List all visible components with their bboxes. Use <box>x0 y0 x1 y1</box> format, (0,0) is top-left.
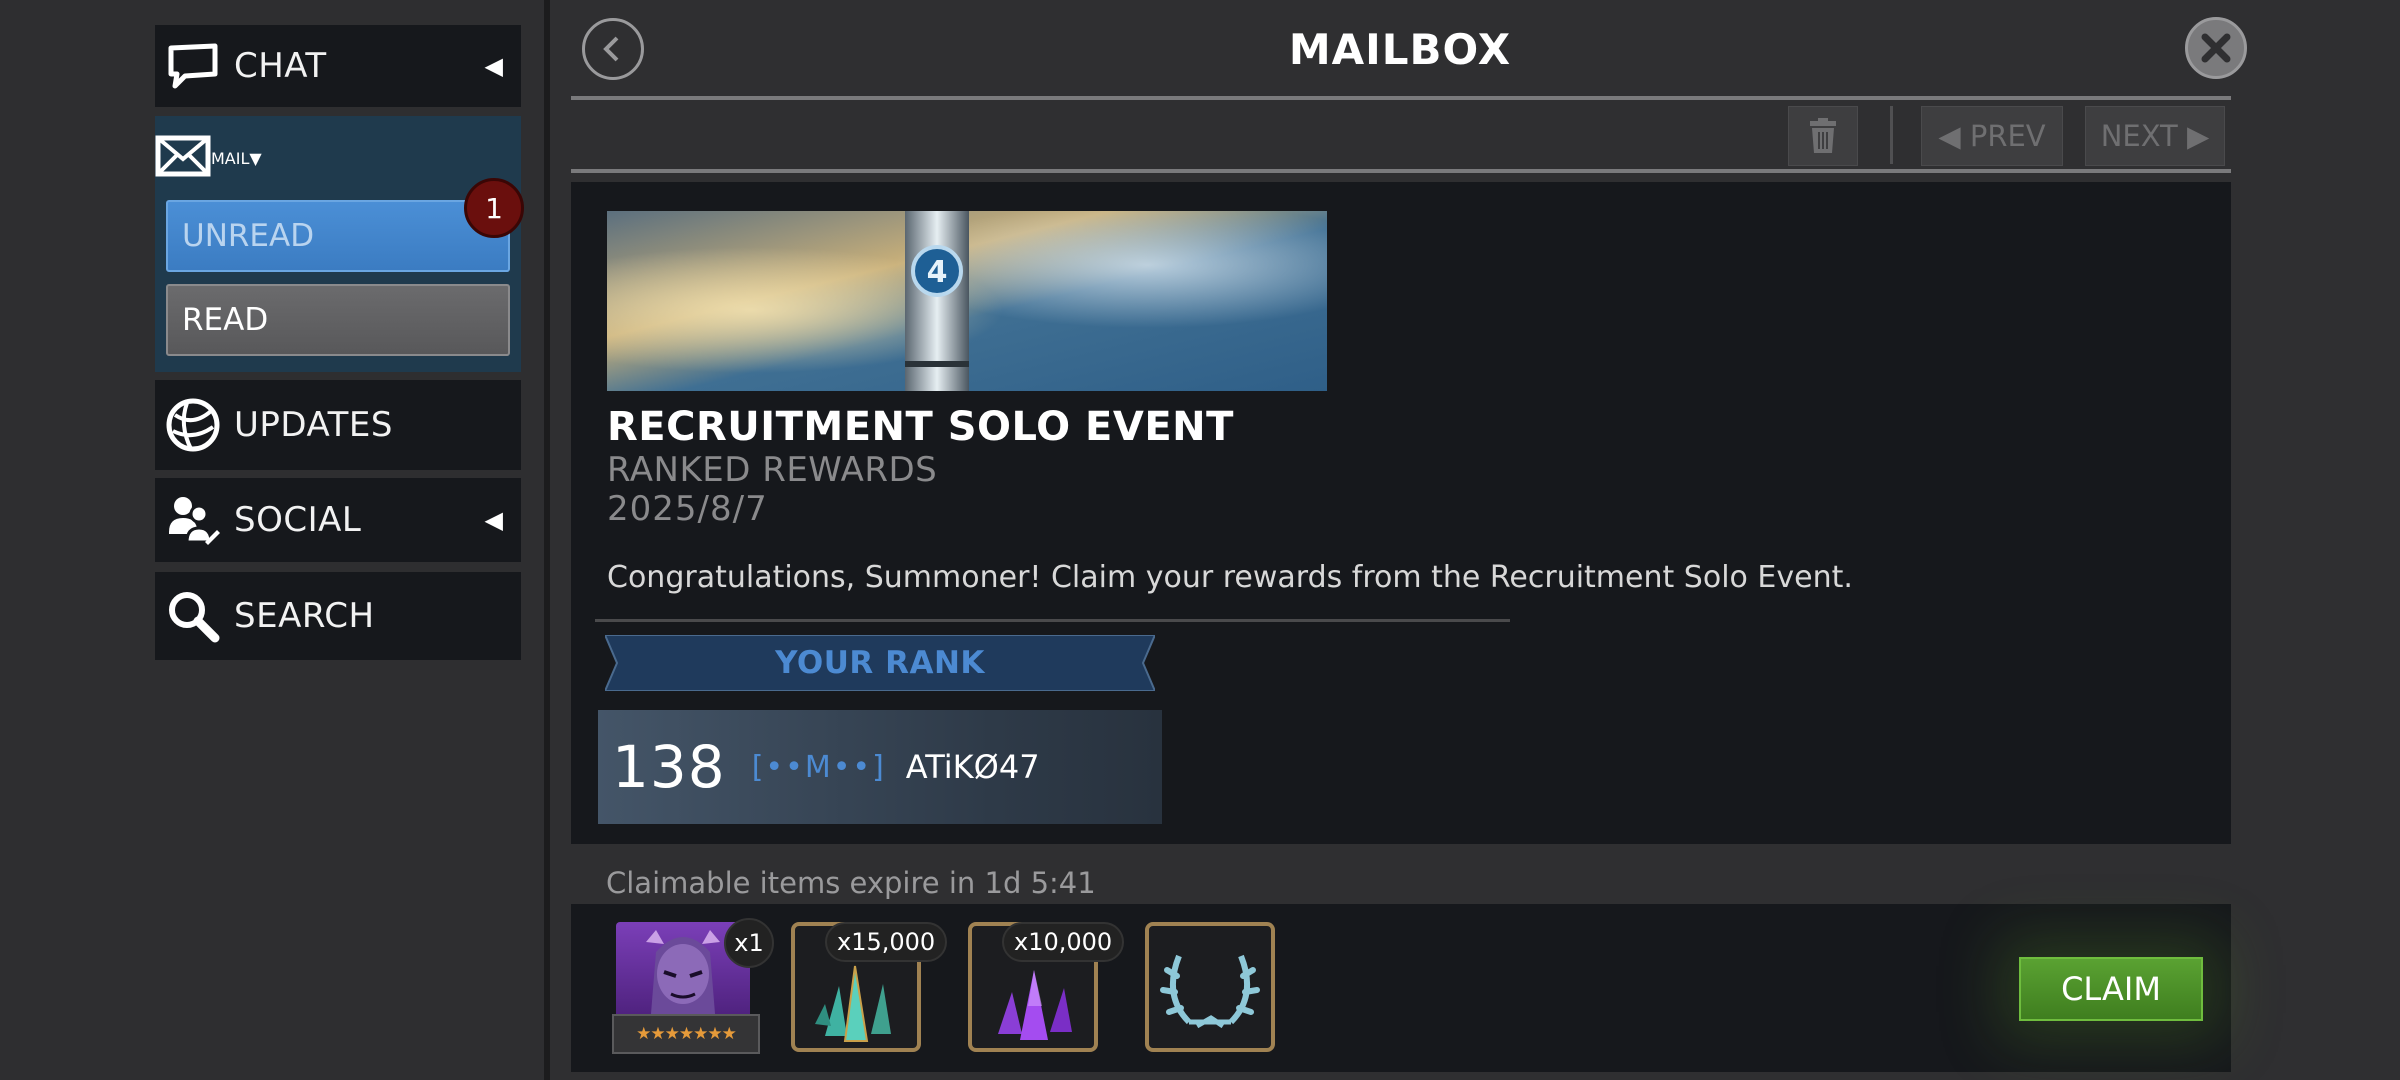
chevron-left-icon: ◀ <box>484 52 503 80</box>
laurel-wreath-icon <box>1160 954 1260 1029</box>
reward-qty: x15,000 <box>825 922 948 962</box>
close-button[interactable] <box>2185 17 2247 79</box>
reward-qty: x10,000 <box>1002 922 1125 962</box>
unread-count-badge: 1 <box>464 178 524 238</box>
chevron-left-icon <box>603 36 619 62</box>
alliance-tag: [••M••] <box>751 749 886 785</box>
trash-icon <box>1810 118 1836 153</box>
reward-item[interactable]: x10,000 <box>968 922 1125 1052</box>
back-button[interactable] <box>582 18 644 80</box>
reward-item[interactable] <box>1145 922 1275 1052</box>
sidebar: CHAT ◀ MAIL ▼ UNREAD 1 READ UPDATES SOCI… <box>0 0 548 1080</box>
sidebar-item-label: MAIL <box>211 148 250 168</box>
sidebar-item-label: UPDATES <box>234 405 393 445</box>
event-subtitle: RANKED REWARDS <box>607 450 938 490</box>
search-icon <box>163 586 223 646</box>
rank-number: 138 <box>612 733 726 801</box>
chevron-left-icon: ◀ <box>484 506 503 534</box>
sidebar-item-chat[interactable]: CHAT ◀ <box>155 25 521 107</box>
rank-ribbon: YOUR RANK <box>605 635 1155 691</box>
mail-icon <box>155 135 211 181</box>
claim-button[interactable]: CLAIM <box>2019 957 2203 1021</box>
sidebar-item-social[interactable]: SOCIAL ◀ <box>155 478 521 562</box>
mail-read-button[interactable]: READ <box>166 284 510 356</box>
sidebar-item-label: CHAT <box>234 46 327 86</box>
reward-qty: x1 <box>724 918 774 968</box>
prev-button[interactable]: ◀ PREV <box>1921 106 2063 166</box>
people-icon <box>163 490 223 550</box>
sidebar-item-search[interactable]: SEARCH <box>155 572 521 660</box>
rewards-bar: x1 ★★★★★★★ x15,000 x10,000 CLAIM <box>571 904 2231 1072</box>
sidebar-item-updates[interactable]: UPDATES <box>155 380 521 470</box>
header-divider <box>571 96 2231 100</box>
svg-text:4: 4 <box>927 255 948 290</box>
star-rating: ★★★★★★★ <box>612 1014 760 1054</box>
message-body: 4 RECRUITMENT SOLO EVENT RANKED REWARDS … <box>571 182 2231 844</box>
sidebar-item-label: SOCIAL <box>234 500 362 540</box>
message-divider <box>595 619 1510 622</box>
mailbox-screen: CHAT ◀ MAIL ▼ UNREAD 1 READ UPDATES SOCI… <box>0 0 2400 1080</box>
sidebar-item-mail[interactable]: MAIL ▼ <box>155 116 521 200</box>
toolbar-divider <box>571 169 2231 173</box>
player-name: ATiKØ47 <box>905 748 1040 786</box>
delete-button[interactable] <box>1788 106 1858 166</box>
rank-header: YOUR RANK <box>775 645 985 681</box>
close-icon <box>2201 33 2231 63</box>
rank-row: 138 [••M••] ATiKØ47 <box>598 710 1162 824</box>
next-button[interactable]: NEXT ▶ <box>2085 106 2225 166</box>
reward-item[interactable]: x1 ★★★★★★★ <box>612 918 774 1054</box>
message-text: Congratulations, Summoner! Claim your re… <box>607 560 1853 595</box>
event-date: 2025/8/7 <box>607 489 768 529</box>
expire-text: Claimable items expire in 1d 5:41 <box>606 866 1096 900</box>
reward-item[interactable]: x15,000 <box>791 922 948 1052</box>
mail-unread-button[interactable]: UNREAD <box>166 200 510 272</box>
mail-group: MAIL ▼ UNREAD 1 READ <box>155 116 524 372</box>
globe-icon <box>163 395 223 455</box>
chat-icon <box>163 36 223 96</box>
chevron-down-icon: ▼ <box>249 148 262 168</box>
sidebar-item-label: SEARCH <box>234 596 375 636</box>
panel-divider <box>544 0 550 1080</box>
event-banner-image: 4 <box>607 211 1327 391</box>
toolbar-separator <box>1890 106 1893 164</box>
event-title: RECRUITMENT SOLO EVENT <box>607 404 1234 450</box>
page-title: MAILBOX <box>1288 25 1512 74</box>
